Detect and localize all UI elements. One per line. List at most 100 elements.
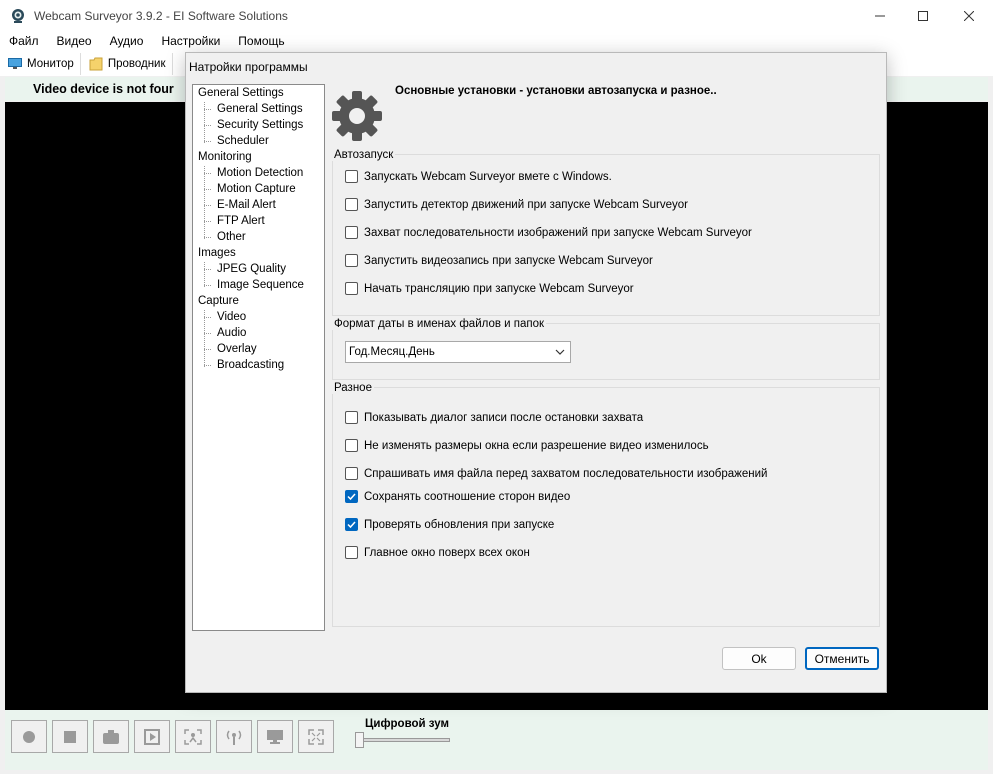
checkbox[interactable] — [345, 198, 358, 211]
checkbox[interactable] — [345, 254, 358, 267]
checkbox-autostart-video-recording[interactable]: Запустить видеозапись при запуске Webcam… — [345, 254, 653, 267]
menu-audio[interactable]: Аудио — [101, 34, 153, 48]
tree-item-video[interactable]: Video — [217, 311, 246, 323]
tree-node-monitoring[interactable]: Monitoring — [198, 151, 252, 163]
checkbox-label: Показывать диалог записи после остановки… — [364, 411, 644, 424]
tree-item-jpeg-quality[interactable]: JPEG Quality — [217, 263, 286, 275]
checkbox-autostart-image-sequence[interactable]: Захват последовательности изображений пр… — [345, 226, 752, 239]
tree-item-motion-detection[interactable]: Motion Detection — [217, 167, 303, 179]
checkbox[interactable] — [345, 467, 358, 480]
record-icon — [23, 730, 35, 743]
date-format-value: Год.Месяц.День — [349, 346, 435, 358]
checkbox-autostart-broadcast[interactable]: Начать трансляцию при запуске Webcam Sur… — [345, 282, 634, 295]
fullscreen-button[interactable] — [298, 720, 334, 753]
checkbox-show-record-dialog[interactable]: Показывать диалог записи после остановки… — [345, 411, 643, 424]
checkbox-label: Главное окно поверх всех окон — [364, 546, 530, 559]
menu-file[interactable]: Файл — [0, 34, 48, 48]
title-bar: Webcam Surveyor 3.9.2 - EI Software Solu… — [0, 0, 993, 31]
record-button[interactable] — [11, 720, 47, 753]
chevron-down-icon — [555, 349, 565, 355]
tree-connector — [204, 333, 211, 334]
checkbox-autostart-windows[interactable]: Запускать Webcam Surveyor вмете с Window… — [345, 170, 612, 183]
tree-item-motion-capture[interactable]: Motion Capture — [217, 183, 296, 195]
minimize-button[interactable] — [857, 0, 903, 31]
tree-connector — [204, 237, 211, 238]
checkbox[interactable] — [345, 411, 358, 424]
snapshot-button[interactable] — [93, 720, 129, 753]
minimize-icon — [875, 15, 885, 16]
image-sequence-button[interactable] — [134, 720, 170, 753]
monitor-view-button[interactable] — [257, 720, 293, 753]
tree-item-other[interactable]: Other — [217, 231, 246, 243]
checkmark-icon — [347, 493, 356, 501]
tree-item-image-sequence[interactable]: Image Sequence — [217, 279, 304, 291]
settings-dialog: Натройки программы General Settings Gene… — [185, 52, 887, 693]
checkbox[interactable] — [345, 226, 358, 239]
ok-button[interactable]: Ok — [722, 647, 796, 670]
monitor-tab-label: Монитор — [27, 57, 74, 70]
checkbox[interactable] — [345, 546, 358, 559]
section-header: Основные установки - установки автозапус… — [395, 85, 717, 97]
tree-connector — [204, 349, 211, 350]
checkbox-check-updates[interactable]: Проверять обновления при запуске — [345, 518, 554, 531]
checkbox-checked[interactable] — [345, 490, 358, 503]
checkbox-label: Не изменять размеры окна если разрешение… — [364, 439, 709, 452]
digital-zoom-thumb[interactable] — [355, 732, 364, 748]
tree-connector — [204, 221, 211, 222]
tree-item-email-alert[interactable]: E-Mail Alert — [217, 199, 276, 211]
stop-button[interactable] — [52, 720, 88, 753]
camera-icon — [103, 729, 119, 744]
tree-item-general-settings[interactable]: General Settings — [217, 103, 303, 115]
cancel-button[interactable]: Отменить — [805, 647, 879, 670]
checkbox[interactable] — [345, 170, 358, 183]
digital-zoom-label: Цифровой зум — [365, 718, 449, 730]
image-sequence-icon — [144, 728, 160, 745]
menu-help[interactable]: Помощь — [229, 34, 293, 48]
monitor-tab[interactable]: Монитор — [0, 52, 81, 75]
checkbox-keep-aspect-ratio[interactable]: Сохранять соотношение сторон видео — [345, 490, 570, 503]
tree-item-security-settings[interactable]: Security Settings — [217, 119, 303, 131]
close-icon — [964, 10, 974, 21]
folder-icon — [89, 57, 103, 70]
menu-settings[interactable]: Настройки — [152, 34, 229, 48]
tree-node-images[interactable]: Images — [198, 247, 236, 259]
checkbox[interactable] — [345, 282, 358, 295]
close-button[interactable] — [946, 0, 992, 31]
checkbox-label: Запустить видеозапись при запуске Webcam… — [364, 254, 653, 267]
menu-bar: Файл Видео Аудио Настройки Помощь — [0, 31, 993, 51]
tree-item-ftp-alert[interactable]: FTP Alert — [217, 215, 265, 227]
digital-zoom-slider[interactable] — [360, 738, 450, 742]
tree-connector — [204, 365, 211, 366]
checkbox-keep-window-size[interactable]: Не изменять размеры окна если разрешение… — [345, 439, 709, 452]
checkbox-always-on-top[interactable]: Главное окно поверх всех окон — [345, 546, 530, 559]
explorer-tab[interactable]: Проводник — [81, 52, 173, 75]
tree-connector — [204, 310, 205, 367]
checkbox-ask-filename[interactable]: Спрашивать имя файла перед захватом посл… — [345, 467, 767, 480]
maximize-icon — [918, 10, 928, 21]
menu-video[interactable]: Видео — [48, 34, 101, 48]
autostart-group-label: Автозапуск — [332, 149, 396, 161]
checkbox-checked[interactable] — [345, 518, 358, 531]
tree-node-capture[interactable]: Capture — [198, 295, 239, 307]
tree-node-general-settings[interactable]: General Settings — [198, 87, 284, 99]
tree-connector — [204, 317, 211, 318]
misc-group-label: Разное — [332, 382, 374, 394]
window-title: Webcam Surveyor 3.9.2 - EI Software Solu… — [34, 8, 288, 23]
motion-detect-button[interactable] — [175, 720, 211, 753]
checkbox-autostart-motion-detector[interactable]: Запустить детектор движений при запуске … — [345, 198, 688, 211]
checkbox[interactable] — [345, 439, 358, 452]
gear-icon — [332, 91, 382, 141]
broadcast-button[interactable] — [216, 720, 252, 753]
maximize-button[interactable] — [900, 0, 946, 31]
date-format-select[interactable]: Год.Месяц.День — [345, 341, 571, 363]
checkbox-label: Запустить детектор движений при запуске … — [364, 198, 688, 211]
dialog-title: Натройки программы — [189, 60, 308, 74]
checkbox-label: Проверять обновления при запуске — [364, 518, 555, 531]
checkmark-icon — [347, 521, 356, 529]
stop-icon — [64, 730, 76, 743]
tree-item-audio[interactable]: Audio — [217, 327, 246, 339]
tree-item-overlay[interactable]: Overlay — [217, 343, 257, 355]
tree-item-broadcasting[interactable]: Broadcasting — [217, 359, 284, 371]
tree-connector — [204, 173, 211, 174]
tree-item-scheduler[interactable]: Scheduler — [217, 135, 269, 147]
